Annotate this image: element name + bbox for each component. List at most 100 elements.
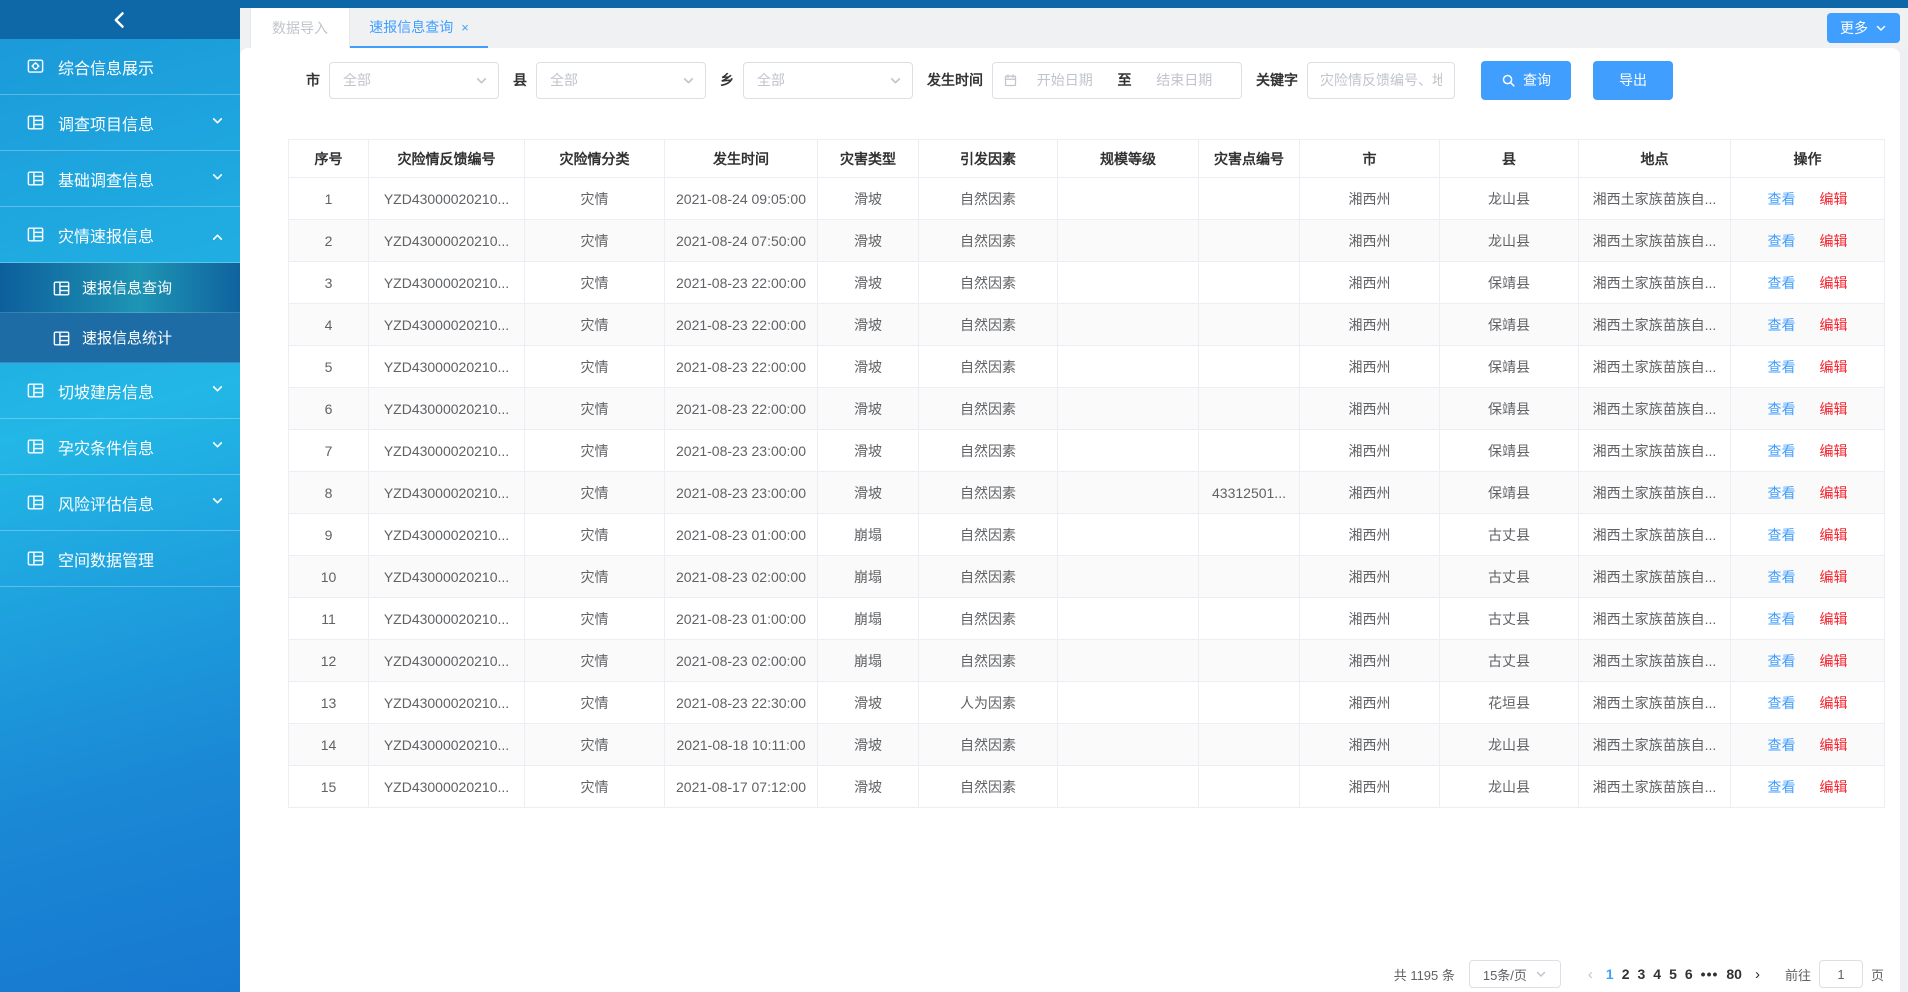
edit-link[interactable]: 编辑 — [1820, 401, 1848, 417]
start-date-placeholder[interactable]: 开始日期 — [1018, 70, 1112, 90]
cell-type: 滑坡 — [818, 724, 919, 766]
edit-link[interactable]: 编辑 — [1820, 191, 1848, 207]
edit-link[interactable]: 编辑 — [1820, 611, 1848, 627]
cell-city: 湘西州 — [1300, 556, 1440, 598]
edit-link[interactable]: 编辑 — [1820, 695, 1848, 711]
end-date-placeholder[interactable]: 结束日期 — [1138, 70, 1232, 90]
view-link[interactable]: 查看 — [1768, 233, 1796, 249]
view-link[interactable]: 查看 — [1768, 527, 1796, 543]
sidebar-item[interactable]: 综合信息展示 — [0, 39, 240, 95]
view-link[interactable]: 查看 — [1768, 653, 1796, 669]
view-link[interactable]: 查看 — [1768, 485, 1796, 501]
cell-point_code — [1199, 556, 1300, 598]
page-number[interactable]: 80 — [1722, 966, 1746, 982]
page-number[interactable]: 2 — [1618, 966, 1634, 982]
cell-actions: 查看 编辑 — [1731, 640, 1885, 682]
sidebar-item[interactable]: 调查项目信息 — [0, 95, 240, 151]
keyword-input[interactable] — [1307, 62, 1455, 99]
page-number[interactable]: 6 — [1681, 966, 1697, 982]
sidebar-item-label: 基础调查信息 — [58, 167, 154, 191]
cell-scale — [1058, 640, 1199, 682]
edit-link[interactable]: 编辑 — [1820, 485, 1848, 501]
cell-scale — [1058, 178, 1199, 220]
chevron-down-icon — [682, 74, 695, 87]
cell-county: 古丈县 — [1440, 598, 1579, 640]
county-select[interactable]: 全部 — [536, 62, 706, 99]
sidebar-item-label: 综合信息展示 — [58, 55, 154, 79]
view-link[interactable]: 查看 — [1768, 191, 1796, 207]
export-button[interactable]: 导出 — [1593, 61, 1673, 100]
column-header: 灾险情分类 — [525, 140, 665, 178]
sidebar-item[interactable]: 孕灾条件信息 — [0, 419, 240, 475]
page-ellipsis[interactable]: ••• — [1697, 966, 1723, 982]
edit-link[interactable]: 编辑 — [1820, 233, 1848, 249]
cell-county: 保靖县 — [1440, 304, 1579, 346]
cell-factor: 人为因素 — [919, 682, 1058, 724]
next-page-button[interactable]: › — [1746, 966, 1769, 983]
calendar-icon — [1003, 73, 1018, 88]
cell-time: 2021-08-23 02:00:00 — [665, 556, 818, 598]
county-label: 县 — [513, 70, 527, 90]
view-link[interactable]: 查看 — [1768, 737, 1796, 753]
edit-link[interactable]: 编辑 — [1820, 737, 1848, 753]
cell-seq: 5 — [289, 346, 369, 388]
page-number[interactable]: 1 — [1602, 966, 1618, 982]
cell-county: 保靖县 — [1440, 430, 1579, 472]
view-link[interactable]: 查看 — [1768, 401, 1796, 417]
view-link[interactable]: 查看 — [1768, 569, 1796, 585]
page-number[interactable]: 3 — [1633, 966, 1649, 982]
city-select[interactable]: 全部 — [329, 62, 499, 99]
cell-category: 灾情 — [525, 766, 665, 808]
total-count: 共 1195 条 — [1394, 965, 1455, 984]
page-size-select[interactable]: 15条/页 — [1469, 960, 1561, 988]
view-link[interactable]: 查看 — [1768, 695, 1796, 711]
town-select[interactable]: 全部 — [743, 62, 913, 99]
sidebar-item[interactable]: 风险评估信息 — [0, 475, 240, 531]
view-link[interactable]: 查看 — [1768, 779, 1796, 795]
tab-data-import[interactable]: 数据导入 — [250, 8, 350, 48]
prev-page-button[interactable]: ‹ — [1579, 966, 1602, 983]
cell-code: YZD43000020210... — [369, 598, 525, 640]
column-header: 地点 — [1579, 140, 1731, 178]
view-link[interactable]: 查看 — [1768, 359, 1796, 375]
view-link[interactable]: 查看 — [1768, 611, 1796, 627]
sidebar-subitem[interactable]: 速报信息统计 — [0, 313, 240, 363]
page-number[interactable]: 4 — [1649, 966, 1665, 982]
edit-link[interactable]: 编辑 — [1820, 443, 1848, 459]
edit-link[interactable]: 编辑 — [1820, 569, 1848, 585]
tab-label: 数据导入 — [272, 18, 328, 38]
edit-link[interactable]: 编辑 — [1820, 359, 1848, 375]
sidebar-item[interactable]: 空间数据管理 — [0, 531, 240, 587]
search-button[interactable]: 查询 — [1481, 61, 1571, 100]
goto-page-input[interactable] — [1819, 960, 1863, 988]
chevron-down-icon — [211, 170, 224, 188]
edit-link[interactable]: 编辑 — [1820, 275, 1848, 291]
cell-actions: 查看 编辑 — [1731, 346, 1885, 388]
more-button[interactable]: 更多 — [1827, 13, 1900, 43]
edit-link[interactable]: 编辑 — [1820, 527, 1848, 543]
tab-close-icon[interactable]: × — [461, 21, 469, 34]
chevron-up-icon — [211, 226, 224, 244]
cell-seq: 1 — [289, 178, 369, 220]
view-link[interactable]: 查看 — [1768, 275, 1796, 291]
cell-location: 湘西土家族苗族自... — [1579, 682, 1731, 724]
sidebar-subitem[interactable]: 速报信息查询 — [0, 263, 240, 313]
sidebar-item[interactable]: 切坡建房信息 — [0, 363, 240, 419]
sidebar-collapse-button[interactable] — [0, 0, 240, 39]
cell-location: 湘西土家族苗族自... — [1579, 220, 1731, 262]
date-to-label: 至 — [1112, 70, 1138, 90]
sidebar: 综合信息展示调查项目信息基础调查信息灾情速报信息速报信息查询速报信息统计切坡建房… — [0, 0, 240, 992]
tab-report-query[interactable]: 速报信息查询 × — [350, 8, 488, 48]
view-link[interactable]: 查看 — [1768, 317, 1796, 333]
date-range-picker[interactable]: 开始日期 至 结束日期 — [992, 62, 1242, 99]
edit-link[interactable]: 编辑 — [1820, 779, 1848, 795]
edit-link[interactable]: 编辑 — [1820, 317, 1848, 333]
cell-location: 湘西土家族苗族自... — [1579, 472, 1731, 514]
county-select-value: 全部 — [550, 70, 682, 90]
sidebar-item[interactable]: 灾情速报信息 — [0, 207, 240, 263]
edit-link[interactable]: 编辑 — [1820, 653, 1848, 669]
view-link[interactable]: 查看 — [1768, 443, 1796, 459]
page-number[interactable]: 5 — [1665, 966, 1681, 982]
cell-city: 湘西州 — [1300, 682, 1440, 724]
sidebar-item[interactable]: 基础调查信息 — [0, 151, 240, 207]
